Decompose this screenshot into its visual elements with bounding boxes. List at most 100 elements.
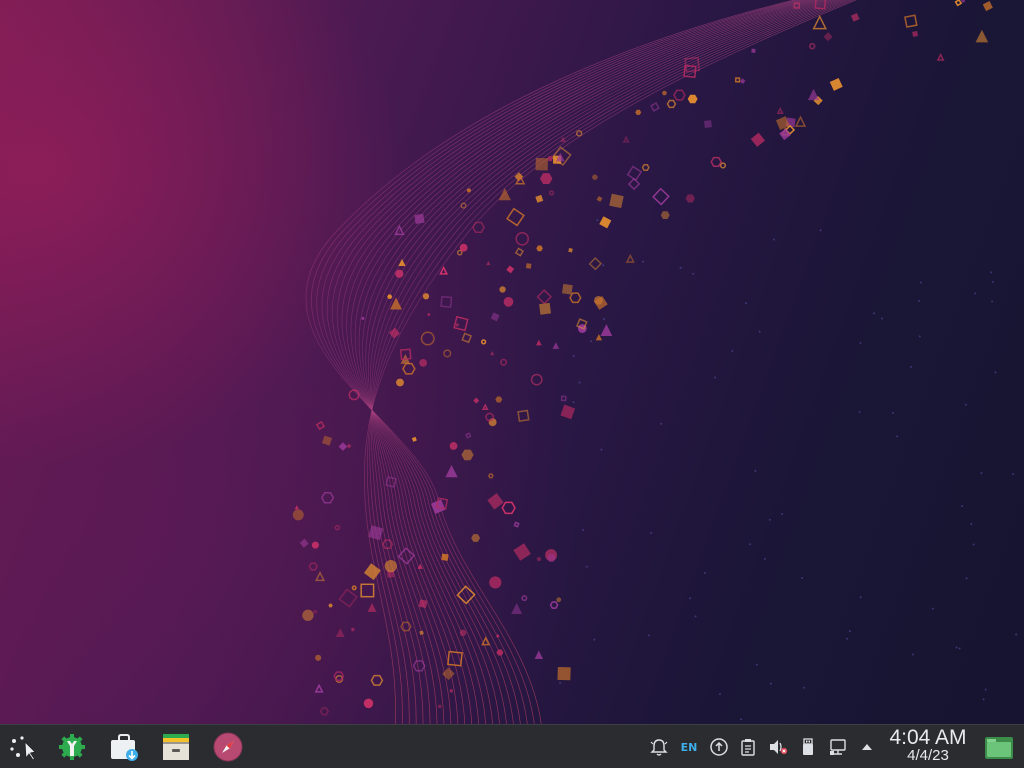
particle [465, 432, 472, 439]
star-dot [603, 318, 606, 321]
particle [588, 256, 603, 271]
star-dot [974, 292, 977, 295]
star-dot [909, 365, 912, 368]
star-dot [994, 371, 997, 374]
particle [471, 221, 486, 234]
particle [334, 525, 341, 531]
clock-date[interactable]: 4/4/23 [882, 748, 974, 764]
star-dot [918, 299, 921, 302]
particle [480, 339, 487, 345]
particle [456, 249, 463, 256]
updates-button[interactable] [708, 736, 730, 758]
particle [776, 106, 784, 115]
particle [627, 177, 641, 191]
particle [961, 0, 966, 3]
star-dot [572, 401, 575, 404]
particle [536, 556, 542, 562]
particle [294, 505, 299, 510]
particle [750, 132, 766, 147]
particle [422, 293, 430, 300]
particle [390, 297, 403, 310]
star-dot [980, 472, 983, 475]
particle [411, 436, 417, 442]
particle [549, 601, 559, 609]
particle [419, 359, 428, 367]
clipboard-button[interactable] [737, 736, 759, 758]
device-notifier-button[interactable] [797, 736, 819, 758]
particle [437, 704, 442, 709]
star-dot [763, 557, 766, 560]
network-button[interactable] [827, 736, 849, 758]
particle [539, 302, 551, 315]
particle [517, 409, 530, 423]
app-launcher-button[interactable] [4, 730, 38, 764]
notifications-button[interactable] [648, 736, 670, 758]
particle [534, 650, 544, 659]
particle [490, 351, 495, 356]
wave-line [336, 0, 813, 724]
particle [481, 403, 489, 411]
particle [535, 194, 544, 203]
star-dot [731, 349, 734, 352]
web-browser-button[interactable] [211, 730, 245, 764]
particle [513, 543, 531, 561]
particle [315, 420, 326, 431]
discover-store-button[interactable] [107, 730, 141, 764]
wave-line [366, 0, 854, 724]
system-settings-button[interactable] [55, 730, 89, 764]
particle [500, 358, 508, 366]
particle [625, 253, 635, 263]
star-dot [740, 718, 743, 721]
particle [734, 77, 741, 83]
particle [591, 174, 598, 180]
file-archiver-button[interactable] [159, 730, 193, 764]
particle [975, 29, 989, 43]
taskbar: EN [0, 724, 1024, 768]
particle [515, 232, 530, 246]
particle [641, 163, 650, 171]
particle [808, 43, 816, 50]
star-dot [859, 341, 862, 344]
desktop[interactable] [0, 0, 1024, 724]
particle [473, 397, 480, 404]
particle [346, 443, 352, 449]
star-dot [660, 422, 663, 425]
wave-line [363, 0, 857, 724]
particle [449, 689, 453, 693]
star-dot [744, 302, 747, 305]
show-desktop-button[interactable] [982, 732, 1016, 764]
particle [794, 115, 807, 127]
keyboard-layout-indicator[interactable]: EN [678, 736, 700, 758]
star-dot [896, 435, 899, 438]
clock-time[interactable]: 4:04 AM [882, 727, 974, 749]
particle [569, 292, 582, 304]
star-dot [749, 543, 752, 546]
tray-expand-button[interactable] [856, 736, 878, 758]
particle [418, 599, 428, 609]
particle [719, 162, 727, 169]
particle [506, 265, 515, 274]
particle [539, 173, 553, 184]
particle [650, 101, 660, 112]
volume-button[interactable] [767, 736, 789, 758]
particle [982, 1, 993, 12]
particle [440, 295, 453, 308]
star-dot [703, 571, 706, 574]
particle [400, 621, 412, 632]
star-dot [958, 647, 961, 650]
wave-line [365, 0, 834, 724]
star-dot [918, 335, 921, 338]
star-dot [572, 354, 575, 357]
particle [396, 378, 404, 387]
particle [495, 396, 503, 403]
particle [823, 32, 833, 42]
particle [360, 583, 375, 598]
particle [850, 13, 860, 22]
particle [381, 539, 394, 550]
star-dot [848, 630, 851, 633]
star-dot [965, 577, 968, 580]
particle [514, 247, 525, 257]
particle [710, 156, 723, 167]
star-dot [692, 272, 695, 275]
app-launcher-icon [10, 736, 36, 761]
